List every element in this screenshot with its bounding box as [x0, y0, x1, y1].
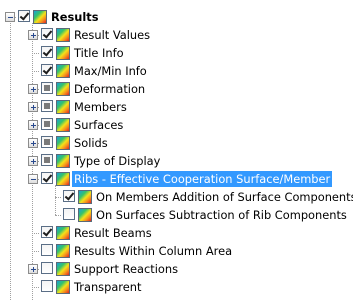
checkbox-title-info[interactable]	[41, 46, 53, 58]
collapse-minus-icon[interactable]	[28, 174, 38, 184]
tree-connector-line	[55, 215, 61, 216]
checkbox-surfaces[interactable]	[41, 118, 53, 130]
expand-plus-icon[interactable]	[28, 120, 38, 130]
result-gradient-icon	[56, 136, 70, 150]
tree-item-label: Ribs - Effective Cooperation Surface/Mem…	[72, 171, 333, 187]
checkbox-deformation[interactable]	[41, 82, 53, 94]
tree-item-label: Deformation	[74, 82, 146, 96]
result-gradient-icon	[78, 190, 92, 204]
tree-item-label: Support Reactions	[74, 262, 179, 276]
result-gradient-icon	[56, 46, 70, 60]
tree-item-label: Max/Min Info	[74, 64, 147, 78]
result-gradient-icon	[56, 226, 70, 240]
tree-item-label: Title Info	[74, 46, 124, 60]
checkbox-support-reactions[interactable]	[41, 262, 53, 274]
expand-plus-icon[interactable]	[28, 84, 38, 94]
tree-item-label: On Members Addition of Surface Component…	[96, 190, 353, 204]
result-gradient-icon	[78, 208, 92, 222]
result-gradient-icon	[56, 244, 70, 258]
expand-plus-icon[interactable]	[28, 138, 38, 148]
result-gradient-icon	[56, 28, 70, 42]
tree-item-label: Surfaces	[74, 118, 124, 132]
collapse-minus-icon[interactable]	[5, 12, 15, 22]
tree-item-label: Result Values	[74, 28, 151, 42]
tree-connector-line	[55, 197, 61, 198]
result-gradient-icon	[56, 100, 70, 114]
tree-connector-line	[32, 251, 39, 252]
tree-row-results-within-column-area[interactable]: Results Within Column Area	[0, 243, 353, 259]
checkbox-result-beams[interactable]	[41, 226, 53, 238]
tree-item-label: Results	[51, 10, 99, 24]
tree-connector-line	[32, 287, 39, 288]
tree-item-label: Members	[74, 100, 127, 114]
checkbox-transparent[interactable]	[41, 280, 53, 292]
tree-row-ribs-effective-cooperation-surface-member[interactable]: Ribs - Effective Cooperation Surface/Mem…	[0, 171, 353, 187]
result-gradient-icon	[56, 118, 70, 132]
tree-row-title-info[interactable]: Title Info	[0, 45, 353, 61]
tree-row-solids[interactable]: Solids	[0, 135, 353, 151]
expand-plus-icon[interactable]	[28, 30, 38, 40]
checkbox-results[interactable]	[18, 10, 30, 22]
checkbox-result-values[interactable]	[41, 28, 53, 40]
tree-row-result-beams[interactable]: Result Beams	[0, 225, 353, 241]
tree-item-label: Results Within Column Area	[74, 244, 233, 258]
tree-row-results[interactable]: Results	[0, 9, 353, 25]
results-navigator-tree: Results Result Values Title Info Max/Min In…	[0, 0, 353, 300]
checkbox-type-of-display[interactable]	[41, 154, 53, 166]
tree-row-on-surfaces-subtraction-of-rib-components[interactable]: On Surfaces Subtraction of Rib Component…	[0, 207, 353, 223]
result-gradient-icon	[56, 154, 70, 168]
checkbox-results-within-column-area[interactable]	[41, 244, 53, 256]
result-gradient-icon	[56, 82, 70, 96]
result-gradient-icon	[56, 64, 70, 78]
tree-row-transparent[interactable]: Transparent	[0, 279, 353, 295]
expand-plus-icon[interactable]	[28, 264, 38, 274]
tree-row-surfaces[interactable]: Surfaces	[0, 117, 353, 133]
checkbox-ribs-effective-cooperation-surface-member[interactable]	[41, 172, 53, 184]
tree-row-support-reactions[interactable]: Support Reactions	[0, 261, 353, 277]
tree-row-max-min-info[interactable]: Max/Min Info	[0, 63, 353, 79]
tree-row-type-of-display[interactable]: Type of Display	[0, 153, 353, 169]
expand-plus-icon[interactable]	[28, 156, 38, 166]
tree-item-label: Solids	[74, 136, 108, 150]
checkbox-on-members-addition-of-surface-components[interactable]	[63, 190, 75, 202]
tree-item-label: Result Beams	[74, 226, 152, 240]
result-gradient-icon	[56, 280, 70, 294]
tree-row-deformation[interactable]: Deformation	[0, 81, 353, 97]
tree-row-on-members-addition-of-surface-components[interactable]: On Members Addition of Surface Component…	[0, 189, 353, 205]
tree-item-label: On Surfaces Subtraction of Rib Component…	[96, 208, 347, 222]
tree-connector-line	[32, 53, 39, 54]
checkbox-members[interactable]	[41, 100, 53, 112]
tree-connector-line	[32, 233, 39, 234]
result-gradient-icon	[56, 262, 70, 276]
tree-connector-line	[32, 71, 39, 72]
checkbox-on-surfaces-subtraction-of-rib-components[interactable]	[63, 208, 75, 220]
tree-row-members[interactable]: Members	[0, 99, 353, 115]
result-gradient-icon	[56, 172, 70, 186]
checkbox-max-min-info[interactable]	[41, 64, 53, 76]
expand-plus-icon[interactable]	[28, 102, 38, 112]
tree-item-label: Type of Display	[74, 154, 161, 168]
tree-row-result-values[interactable]: Result Values	[0, 27, 353, 43]
checkbox-solids[interactable]	[41, 136, 53, 148]
result-gradient-icon	[33, 10, 47, 24]
tree-item-label: Transparent	[74, 280, 142, 294]
